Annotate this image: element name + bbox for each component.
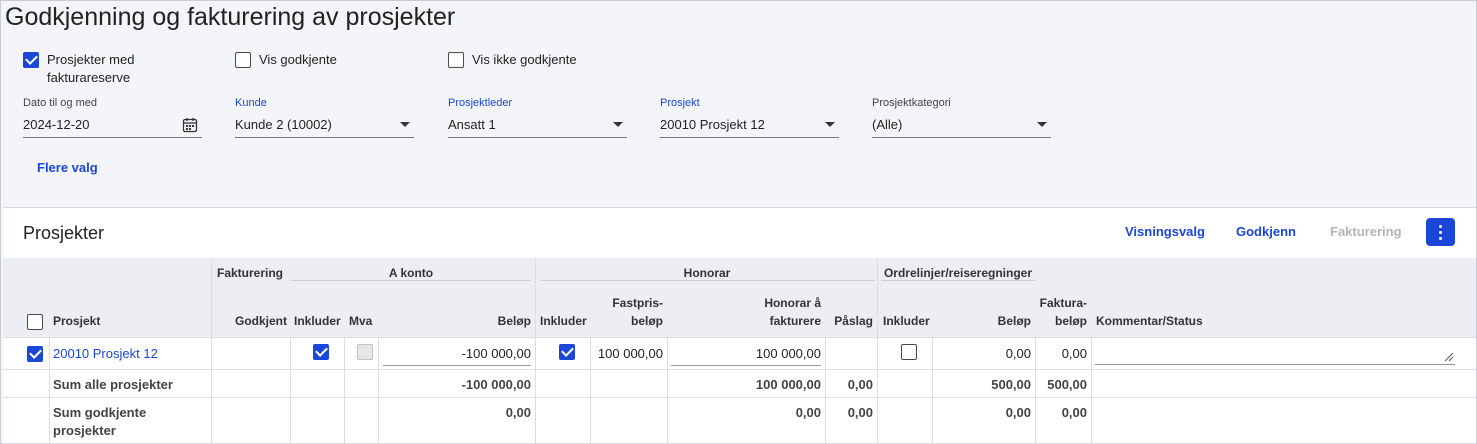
col-inv-1: Faktura- <box>1039 296 1087 310</box>
manager-select[interactable]: Prosjektleder Ansatt 1 <box>448 97 627 138</box>
project-label: Prosjekt <box>660 97 700 109</box>
checkbox-label: Vis godkjente <box>259 52 337 67</box>
project-value: 20010 Prosjekt 12 <box>660 117 765 132</box>
category-select[interactable]: Prosjektkategori (Alle) <box>872 97 1051 138</box>
more-menu-button[interactable] <box>1426 218 1455 246</box>
sum-approved-ak-amount: 0,00 <box>505 405 531 420</box>
checkbox-vis-ikke-godkjente[interactable]: Vis ikke godkjente <box>448 51 632 69</box>
group-invoicing: Fakturering <box>216 266 283 280</box>
checkbox-label: Vis ikke godkjente <box>472 52 577 67</box>
category-label: Prosjektkategori <box>872 97 951 109</box>
customer-select[interactable]: Kunde Kunde 2 (10002) <box>235 97 414 138</box>
col-h-fixed-2: beløp <box>631 314 663 328</box>
group-honorar: Honorar <box>683 266 731 280</box>
col-ak-amount: Beløp <box>497 314 531 328</box>
col-h-fee-2: fakturere <box>769 314 821 328</box>
manager-value: Ansatt 1 <box>448 117 496 132</box>
group-order-lines: Ordrelinjer/reiseregninger <box>883 266 1033 280</box>
project-select[interactable]: Prosjekt 20010 Prosjekt 12 <box>660 97 839 138</box>
checkbox-icon[interactable] <box>235 52 251 68</box>
sum-all-h-markup: 0,00 <box>847 377 873 392</box>
project-link[interactable]: 20010 Prosjekt 12 <box>53 346 158 361</box>
col-approved: Godkjent <box>234 314 287 328</box>
col-o-amount: Beløp <box>997 314 1031 328</box>
panel-title: Prosjekter <box>23 223 105 243</box>
ak-include-checkbox[interactable] <box>313 344 329 360</box>
sum-all-ak-amount: -100 000,00 <box>461 377 531 392</box>
chevron-down-icon[interactable] <box>825 122 835 127</box>
more-options-button[interactable]: Flere valg <box>37 160 98 175</box>
ak-vat-checkbox <box>357 344 373 360</box>
col-h-fee-1: Honorar å <box>764 296 821 310</box>
date-value[interactable]: 2024-12-20 <box>23 117 90 132</box>
sum-approved-inv-amount: 0,00 <box>1061 405 1087 420</box>
h-include-checkbox[interactable] <box>559 344 575 360</box>
sum-all-label: Sum alle prosjekter <box>53 377 173 392</box>
calendar-icon[interactable] <box>182 117 198 133</box>
customer-label: Kunde <box>235 97 267 109</box>
chevron-down-icon[interactable] <box>1037 122 1047 127</box>
ak-amount-input[interactable]: -100 000,00 <box>383 346 531 361</box>
projects-panel: Prosjekter Visningsvalg Godkjenn Fakture… <box>3 207 1476 444</box>
col-comment: Kommentar/Status <box>1096 314 1203 328</box>
customer-value: Kunde 2 (10002) <box>235 117 332 132</box>
select-all-checkbox[interactable] <box>27 314 43 330</box>
col-h-markup: Påslag <box>834 314 873 328</box>
resize-handle-icon[interactable] <box>1444 352 1454 362</box>
col-ak-vat: Mva <box>349 314 373 328</box>
o-include-checkbox[interactable] <box>901 344 917 360</box>
group-a-konto: A konto <box>388 266 434 280</box>
col-h-include: Inkluder <box>540 314 587 328</box>
chevron-down-icon[interactable] <box>613 122 623 127</box>
view-options-button[interactable]: Visningsvalg <box>1125 224 1205 239</box>
sum-approved-h-markup: 0,00 <box>847 405 873 420</box>
sum-approved-label-2: prosjekter <box>53 423 116 438</box>
col-ak-include: Inkluder <box>294 314 341 328</box>
sum-approved-h-fee: 0,00 <box>795 405 821 420</box>
checkbox-fakturareserve[interactable]: Prosjekter med fakturareserve <box>23 51 167 87</box>
inv-amount: 0,00 <box>1061 346 1087 361</box>
window-frame: Godkjenning og fakturering av prosjekter… <box>0 0 1477 444</box>
checkbox-icon[interactable] <box>23 52 39 68</box>
h-fee-input[interactable]: 100 000,00 <box>671 346 821 361</box>
sum-approved-label-1: Sum godkjente <box>53 405 147 420</box>
date-label: Dato til og med <box>23 97 97 109</box>
row-select-checkbox[interactable] <box>27 346 43 362</box>
page-title: Godkjenning og fakturering av prosjekter <box>5 3 456 31</box>
invoice-button[interactable]: Fakturering <box>1330 224 1402 239</box>
kebab-icon-dot <box>1439 224 1442 228</box>
approve-button[interactable]: Godkjenn <box>1236 224 1296 239</box>
sum-approved-o-amount: 0,00 <box>1005 405 1031 420</box>
checkbox-label: Prosjekter med fakturareserve <box>47 52 135 85</box>
h-fixed-amount: 100 000,00 <box>597 346 663 361</box>
col-o-include: Inkluder <box>883 314 930 328</box>
checkbox-icon[interactable] <box>448 52 464 68</box>
kebab-icon-dot <box>1439 230 1442 234</box>
chevron-down-icon[interactable] <box>400 122 410 127</box>
o-amount: 0,00 <box>1005 346 1031 361</box>
table-header: Fakturering A konto Honorar Ordrelinjer/… <box>3 258 1476 337</box>
category-value: (Alle) <box>872 117 903 132</box>
date-field[interactable]: Dato til og med 2024-12-20 <box>23 97 202 138</box>
kebab-icon-dot <box>1439 236 1442 240</box>
sum-all-h-fee: 100 000,00 <box>755 377 821 392</box>
col-h-fixed-1: Fastpris- <box>612 296 663 310</box>
manager-label: Prosjektleder <box>448 97 513 109</box>
col-inv-2: beløp <box>1055 314 1087 328</box>
sum-all-o-amount: 500,00 <box>991 377 1031 392</box>
sum-all-inv-amount: 500,00 <box>1047 377 1087 392</box>
comment-input[interactable] <box>1095 341 1455 365</box>
col-project: Prosjekt <box>53 314 101 328</box>
checkbox-vis-godkjente[interactable]: Vis godkjente <box>235 51 379 69</box>
